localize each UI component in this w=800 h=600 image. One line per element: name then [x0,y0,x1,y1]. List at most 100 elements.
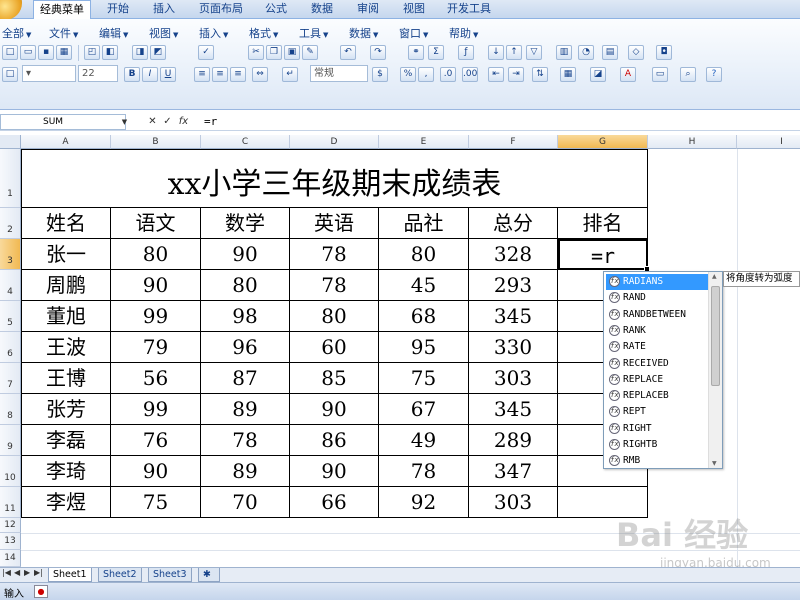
column-header-d[interactable]: D [290,135,379,149]
autocomplete-item[interactable]: fx RIGHT [606,421,708,437]
menu-edit[interactable]: 编辑 ▼ [99,25,128,41]
autocomplete-item[interactable]: fx RAND [606,290,708,306]
score-cell[interactable]: 303 [469,363,558,394]
score-cell[interactable]: 80 [201,270,290,301]
row-header[interactable]: 2 [0,208,21,239]
score-cell[interactable]: 347 [469,456,558,487]
score-cell[interactable]: 293 [469,270,558,301]
print-preview-icon[interactable]: ◰ [84,45,100,60]
score-cell[interactable]: 99 [111,394,201,425]
autocomplete-item[interactable]: fx RANDBETWEEN [606,307,708,323]
score-cell[interactable]: 78 [379,456,469,487]
autocomplete-item[interactable]: fx RECEIVED [606,356,708,372]
column-header-a[interactable]: A [21,135,111,149]
font-size-box[interactable]: 22 [78,65,118,82]
paste-icon[interactable]: ▣ [284,45,300,60]
autocomplete-item[interactable]: fx REPT [606,404,708,420]
menu-view[interactable]: 视图 ▼ [149,25,178,41]
excel-icon[interactable]: ▦ [56,45,72,60]
macro-record-icon[interactable]: ● [34,585,48,598]
menu-all[interactable]: 全部 ▼ [2,25,31,41]
spell-check-icon[interactable]: ✓ [198,45,214,60]
shapes-icon[interactable]: ◇ [628,45,644,60]
increase-decimal-icon[interactable]: .0 [440,67,456,82]
menu-format[interactable]: 格式 ▼ [249,25,278,41]
table-header-cell[interactable]: 排名 [558,208,648,239]
column-header-e[interactable]: E [379,135,469,149]
row-header[interactable]: 10 [0,456,21,487]
formula-input[interactable]: =r [198,114,800,130]
menu-help[interactable]: 帮助 ▼ [449,25,478,41]
align-left-icon[interactable]: ≡ [194,67,210,82]
score-cell[interactable]: 80 [111,239,201,270]
row-header[interactable]: 3 [0,239,21,270]
score-cell[interactable]: 90 [111,456,201,487]
score-cell[interactable]: 90 [290,394,379,425]
table-header-cell[interactable]: 总分 [469,208,558,239]
editing-cell[interactable]: =r [558,239,648,270]
score-cell[interactable]: 89 [201,394,290,425]
insert-function-icon[interactable]: ƒ [458,45,474,60]
score-cell[interactable]: 90 [111,270,201,301]
score-cell[interactable]: 68 [379,301,469,332]
table-header-cell[interactable]: 姓名 [21,208,111,239]
student-name-cell[interactable]: 张芳 [21,394,111,425]
percent-icon[interactable]: % [400,67,416,82]
sheet-tab-sheet2[interactable]: Sheet2 [98,568,142,582]
sort-ascending-icon[interactable]: ↓ [488,45,504,60]
bold-button[interactable]: B [124,67,140,82]
student-name-cell[interactable]: 李磊 [21,425,111,456]
scroll-down-icon[interactable]: ▼ [712,460,717,467]
table-header-cell[interactable]: 语文 [111,208,201,239]
chart-icon[interactable]: ▥ [556,45,572,60]
menu-window[interactable]: 窗口 ▼ [399,25,428,41]
new-file-icon[interactable]: □ [2,45,18,60]
score-cell[interactable]: 98 [201,301,290,332]
score-cell[interactable]: 289 [469,425,558,456]
drawing-icon[interactable]: ◔ [578,45,594,60]
tab-classic-menu[interactable]: 经典菜单 [33,0,91,20]
permission-icon[interactable]: ◨ [132,45,148,60]
autocomplete-item[interactable]: fx RANK [606,323,708,339]
score-cell[interactable]: 66 [290,487,379,518]
score-cell[interactable]: 67 [379,394,469,425]
tab-developer[interactable]: 开发工具 [440,0,498,19]
wrap-text-icon[interactable]: ↵ [282,67,298,82]
student-name-cell[interactable]: 王波 [21,332,111,363]
sort-descending-icon[interactable]: ↑ [506,45,522,60]
tab-page-layout[interactable]: 页面布局 [192,0,250,19]
score-cell[interactable]: 89 [201,456,290,487]
score-cell[interactable]: 45 [379,270,469,301]
tab-formulas[interactable]: 公式 [256,0,296,19]
score-cell[interactable]: 303 [469,487,558,518]
name-box-dropdown-icon[interactable]: ▼ [118,115,131,129]
table-icon[interactable]: ▤ [602,45,618,60]
score-cell[interactable]: 75 [379,363,469,394]
name-box[interactable]: SUM [0,114,126,130]
undo-icon[interactable]: ↶ [340,45,356,60]
column-header-f[interactable]: F [469,135,558,149]
cut-icon[interactable]: ✂ [248,45,264,60]
autocomplete-item[interactable]: fx RMB [606,453,708,469]
score-cell[interactable]: 330 [469,332,558,363]
tab-insert[interactable]: 插入 [144,0,184,19]
student-name-cell[interactable]: 张一 [21,239,111,270]
redo-icon[interactable]: ↷ [370,45,386,60]
column-header-c[interactable]: C [201,135,290,149]
score-cell[interactable]: 87 [201,363,290,394]
scroll-up-icon[interactable]: ▲ [712,273,717,280]
score-cell[interactable]: 78 [201,425,290,456]
table-header-cell[interactable]: 数学 [201,208,290,239]
currency-icon[interactable]: $ [372,67,388,82]
score-cell[interactable]: 56 [111,363,201,394]
autosum-icon[interactable]: Σ [428,45,444,60]
filter-icon[interactable]: ▽ [526,45,542,60]
tab-home[interactable]: 开始 [98,0,138,19]
column-header-i[interactable]: I [737,135,800,149]
print-icon[interactable]: ◧ [102,45,118,60]
menu-tools[interactable]: 工具 ▼ [299,25,328,41]
score-cell[interactable]: 95 [379,332,469,363]
score-cell[interactable]: 70 [201,487,290,518]
comment-icon[interactable]: ▭ [652,67,668,82]
autocomplete-item[interactable]: fx REPLACE [606,372,708,388]
